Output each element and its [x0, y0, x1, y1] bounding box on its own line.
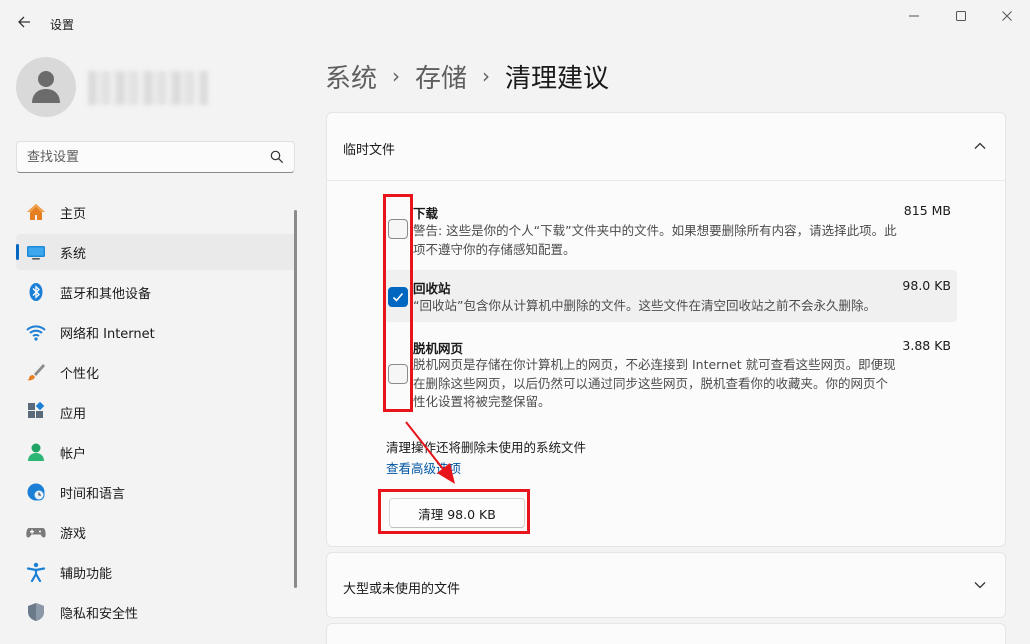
annotation-arrow-icon — [405, 421, 455, 484]
